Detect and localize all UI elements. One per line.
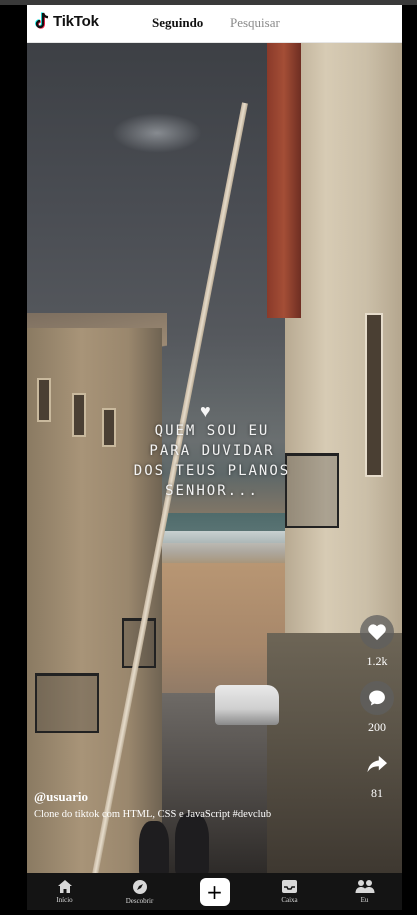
like-button[interactable]: 1.2k [357,615,397,669]
nav-home[interactable]: Início [35,879,95,904]
video-frame-person [139,821,169,873]
tab-following[interactable]: Seguindo [152,15,203,31]
bottom-navigation: Início Descobrir + Caixa Eu [27,873,402,910]
video-frame-building-right [285,43,402,683]
video-frame-surf [157,531,302,565]
comment-button[interactable]: 200 [357,681,397,735]
tiktok-app: TikTok Seguindo Pesquisar ♥ QUEM SOU EU … [27,5,402,910]
nav-discover[interactable]: Descobrir [110,879,170,905]
video-frame-car [215,685,279,725]
plus-icon[interactable]: + [199,877,230,906]
video-frame-balcony [35,673,99,733]
video-username[interactable]: @usuario [34,789,334,805]
overlay-line: DOS TEUS PLANOS [133,463,291,479]
video-frame-cloud [112,113,202,153]
video-overlay-text: QUEM SOU EU PARA DUVIDAR DOS TEUS PLANOS… [112,421,312,501]
video-player[interactable]: ♥ QUEM SOU EU PARA DUVIDAR DOS TEUS PLAN… [27,43,402,873]
share-count: 81 [371,786,383,800]
tiktok-logo-icon [35,12,49,29]
nav-profile[interactable]: Eu [335,879,395,904]
like-count: 1.2k [366,654,388,668]
nav-home-label: Início [56,896,73,904]
overlay-line: QUEM SOU EU [154,423,270,439]
overlay-heart-icon: ♥ [200,401,211,421]
top-header: TikTok Seguindo Pesquisar [27,5,402,43]
heart-icon[interactable] [360,615,394,649]
home-icon [57,880,72,893]
compass-icon [132,879,147,894]
video-frame-person [175,813,209,873]
nav-inbox[interactable]: Caixa [260,879,320,904]
inbox-icon [282,880,297,893]
video-frame-window [365,313,383,477]
nav-profile-label: Eu [360,896,369,904]
action-sidebar: 1.2k 200 81 [357,615,397,813]
comment-icon[interactable] [360,681,394,715]
nav-discover-label: Descobrir [125,896,154,905]
video-frame-window [37,378,51,422]
nav-create[interactable]: + [185,877,245,906]
video-caption: @usuario Clone do tiktok com HTML, CSS e… [34,789,334,820]
nav-inbox-label: Caixa [281,896,298,904]
profile-icon [355,880,374,893]
tab-search[interactable]: Pesquisar [230,15,280,31]
logo-text: TikTok [53,12,99,30]
video-frame-window [72,393,86,437]
overlay-line: PARA DUVIDAR [149,443,275,459]
share-icon[interactable] [360,747,394,781]
comment-count: 200 [368,720,386,734]
video-frame-roof-right [267,43,301,318]
overlay-line: SENHOR... [165,483,259,499]
share-button[interactable]: 81 [357,747,397,801]
video-description: Clone do tiktok com HTML, CSS e JavaScri… [34,809,272,820]
tiktok-logo[interactable]: TikTok [34,12,99,30]
